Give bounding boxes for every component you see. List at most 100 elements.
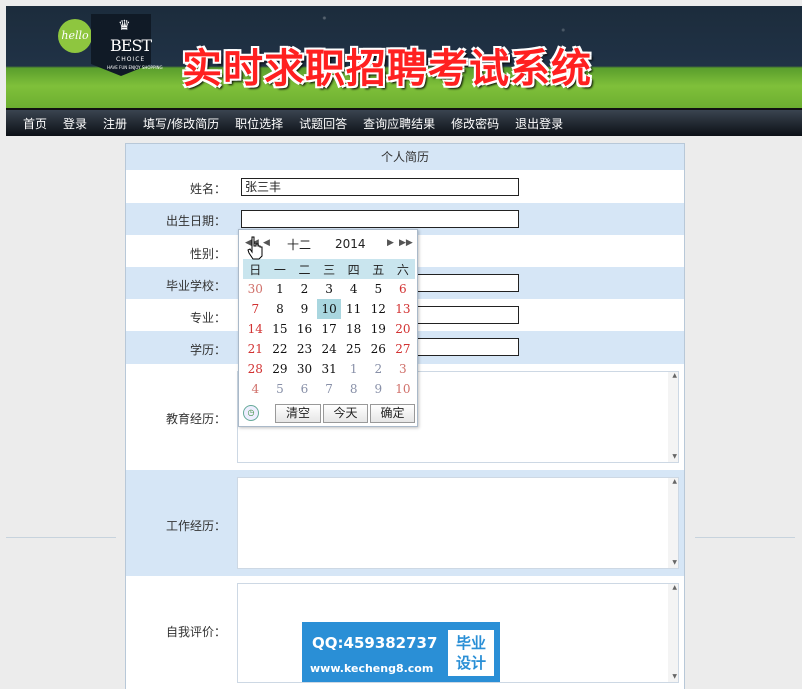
watermark-url: www.kecheng8.com <box>310 662 434 675</box>
watermark-badge: 毕业 设计 <box>448 630 494 676</box>
calendar-day[interactable]: 19 <box>366 319 391 339</box>
calendar-day[interactable]: 23 <box>292 339 317 359</box>
calendar-day[interactable]: 9 <box>292 299 317 319</box>
scroll-up-icon[interactable]: ▲ <box>672 584 677 591</box>
next-year-icon[interactable]: ▶▶ <box>399 238 413 248</box>
hand-cursor-icon <box>247 236 263 260</box>
selfeval-label: 自我评价： <box>165 625 226 639</box>
calendar-day[interactable]: 4 <box>341 279 366 299</box>
ok-button[interactable]: 确定 <box>370 404 415 423</box>
weekday-header: 六 <box>390 259 416 279</box>
calendar-day[interactable]: 12 <box>366 299 391 319</box>
work-row: 工作经历： ▲ ▼ <box>126 470 684 576</box>
month-label[interactable]: 十二 <box>287 236 311 253</box>
calendar-day[interactable]: 5 <box>366 279 391 299</box>
name-input[interactable]: 张三丰 <box>241 178 519 196</box>
calendar-day[interactable]: 15 <box>268 319 293 339</box>
today-button[interactable]: 今天 <box>323 404 368 423</box>
nav-item-4[interactable]: 职位选择 <box>235 115 283 132</box>
clear-button[interactable]: 清空 <box>275 404 321 423</box>
calendar-day[interactable]: 31 <box>317 359 342 379</box>
nav-item-6[interactable]: 查询应聘结果 <box>363 115 435 132</box>
watermark-badge-line1: 毕业 <box>455 634 486 652</box>
calendar-day[interactable]: 29 <box>268 359 293 379</box>
nav-item-1[interactable]: 登录 <box>63 115 87 132</box>
calendar-day[interactable]: 24 <box>317 339 342 359</box>
calendar-day[interactable]: 2 <box>292 279 317 299</box>
birth-input[interactable] <box>241 210 519 228</box>
scroll-up-icon[interactable]: ▲ <box>672 478 677 485</box>
calendar-day[interactable]: 22 <box>268 339 293 359</box>
calendar-day[interactable]: 25 <box>341 339 366 359</box>
watermark: QQ:459382737 www.kecheng8.com 毕业 设计 <box>302 622 500 682</box>
scroll-down-icon[interactable]: ▼ <box>672 453 677 460</box>
nav-item-2[interactable]: 注册 <box>103 115 127 132</box>
calendar-day[interactable]: 4 <box>243 379 268 399</box>
calendar-day[interactable]: 16 <box>292 319 317 339</box>
calendar-day[interactable]: 3 <box>391 359 416 379</box>
clock-icon[interactable]: ◷ <box>243 405 259 421</box>
calendar-day[interactable]: 26 <box>366 339 391 359</box>
next-month-icon[interactable]: ▶ <box>387 238 394 248</box>
calendar-day[interactable]: 30 <box>292 359 317 379</box>
scroll-up-icon[interactable]: ▲ <box>672 372 677 379</box>
calendar-day[interactable]: 6 <box>391 279 416 299</box>
calendar-day[interactable]: 20 <box>391 319 416 339</box>
calendar-days: 30 1 2 3 4 5 6 7 8 9 10 11 12 13 14 15 16 17 18 19 20 21 22 23 2… <box>243 279 415 399</box>
calendar-week: 30 1 2 3 4 5 6 <box>243 279 415 299</box>
calendar-day[interactable]: 18 <box>341 319 366 339</box>
nav-list: 首页 登录 注册 填写/修改简历 职位选择 试题回答 查询应聘结果 修改密码 退出登录 <box>6 110 802 136</box>
weekday-header: 四 <box>341 259 366 279</box>
date-picker-header: ◀◀ ◀ 十二 2014 ▶ ▶▶ <box>239 230 417 258</box>
brand-main: BEST <box>110 36 152 55</box>
work-textarea[interactable]: ▲ ▼ <box>237 477 679 569</box>
year-label[interactable]: 2014 <box>335 237 366 251</box>
weekday-header: 三 <box>316 259 342 279</box>
nav-item-7[interactable]: 修改密码 <box>451 115 499 132</box>
scroll-down-icon[interactable]: ▼ <box>672 673 677 680</box>
calendar-day[interactable]: 17 <box>317 319 342 339</box>
calendar-day[interactable]: 21 <box>243 339 268 359</box>
left-divider <box>6 537 116 538</box>
nav-item-3[interactable]: 填写/修改简历 <box>143 115 219 132</box>
calendar-day[interactable]: 3 <box>317 279 342 299</box>
education-scrollbar[interactable] <box>668 372 678 462</box>
watermark-qq: QQ:459382737 <box>312 634 438 652</box>
calendar-day[interactable]: 7 <box>317 379 342 399</box>
nav-item-0[interactable]: 首页 <box>23 115 47 132</box>
calendar-week: 7 8 9 10 11 12 13 <box>243 299 415 319</box>
calendar-day[interactable]: 7 <box>243 299 268 319</box>
calendar-day[interactable]: 10 <box>391 379 416 399</box>
date-picker: ◀◀ ◀ 十二 2014 ▶ ▶▶ 日一二三四五六 30123456789101… <box>238 229 418 427</box>
calendar-day[interactable]: 1 <box>268 279 293 299</box>
work-scrollbar[interactable] <box>668 478 678 568</box>
weekday-header: 日 <box>243 259 268 279</box>
calendar-day[interactable]: 1 <box>341 359 366 379</box>
crown-icon: ♛ <box>118 18 131 34</box>
weekday-header: 五 <box>365 259 391 279</box>
calendar-grid: 日一二三四五六 30 1 2 3 4 5 6 7 8 9 10 11 12 13 14 15 16 17 18 19 2… <box>243 259 416 399</box>
calendar-day[interactable]: 8 <box>341 379 366 399</box>
calendar-day[interactable]: 13 <box>391 299 416 319</box>
selfeval-scrollbar[interactable] <box>668 584 678 682</box>
school-label: 毕业学校： <box>165 279 226 293</box>
calendar-day[interactable]: 6 <box>292 379 317 399</box>
calendar-week: 21 22 23 24 25 26 27 <box>243 339 415 359</box>
nav-item-5[interactable]: 试题回答 <box>299 115 347 132</box>
calendar-day[interactable]: 14 <box>243 319 268 339</box>
calendar-day[interactable]: 11 <box>341 299 366 319</box>
calendar-day[interactable]: 8 <box>268 299 293 319</box>
calendar-day[interactable]: 5 <box>268 379 293 399</box>
right-divider <box>695 537 795 538</box>
brand-tagline: HAVE FUN ENJOY SHOPPING <box>107 65 163 70</box>
calendar-day[interactable]: 30 <box>243 279 268 299</box>
name-row: 姓名： 张三丰 <box>126 171 684 203</box>
calendar-day[interactable]: 10 <box>316 299 342 319</box>
calendar-day[interactable]: 9 <box>366 379 391 399</box>
prev-month-icon[interactable]: ◀ <box>263 238 270 248</box>
scroll-down-icon[interactable]: ▼ <box>672 559 677 566</box>
calendar-day[interactable]: 2 <box>366 359 391 379</box>
calendar-day[interactable]: 28 <box>243 359 268 379</box>
calendar-day[interactable]: 27 <box>391 339 416 359</box>
nav-item-8[interactable]: 退出登录 <box>515 115 563 132</box>
